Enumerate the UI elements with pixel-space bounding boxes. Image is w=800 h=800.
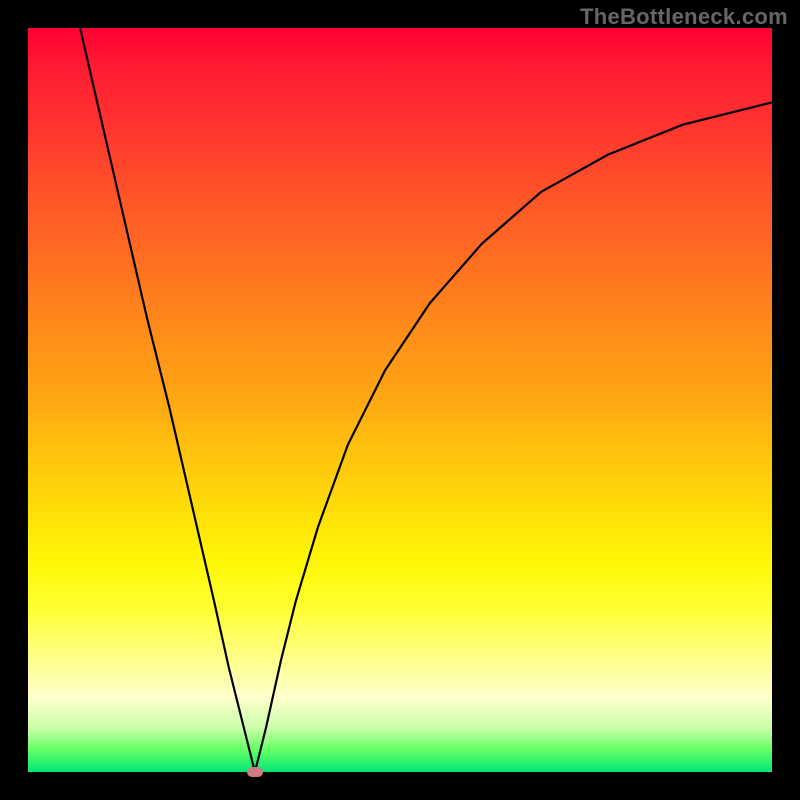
watermark-text: TheBottleneck.com bbox=[580, 4, 788, 30]
performance-curve bbox=[28, 28, 772, 772]
optimal-point-marker bbox=[247, 767, 263, 777]
plot-area bbox=[28, 28, 772, 772]
chart-frame: TheBottleneck.com bbox=[0, 0, 800, 800]
